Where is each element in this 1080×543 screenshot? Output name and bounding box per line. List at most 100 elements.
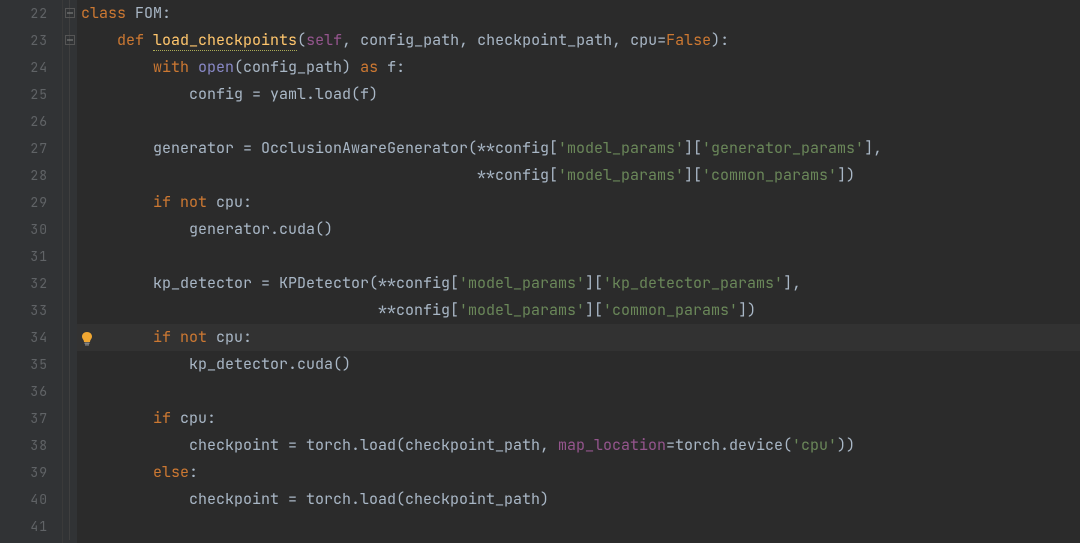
- code-line[interactable]: **config['model_params']['common_params'…: [77, 297, 1080, 324]
- code-token: if not: [153, 327, 216, 347]
- code-area[interactable]: class FOM: def load_checkpoints(self, co…: [77, 0, 1080, 543]
- code-line[interactable]: checkpoint = torch.load(checkpoint_path,…: [77, 432, 1080, 459]
- code-line[interactable]: if not cpu:: [77, 189, 1080, 216]
- code-token: if not: [153, 192, 216, 212]
- line-number[interactable]: 28: [0, 162, 62, 189]
- code-token: (: [297, 30, 306, 50]
- code-token: else: [153, 462, 189, 482]
- line-number[interactable]: 30: [0, 216, 62, 243]
- code-token: open: [198, 57, 234, 77]
- code-line[interactable]: generator = OcclusionAwareGenerator(**co…: [77, 135, 1080, 162]
- fold-toggle-icon[interactable]: [65, 0, 75, 27]
- code-token: ][: [585, 300, 603, 320]
- line-number[interactable]: 32: [0, 270, 62, 297]
- code-editor[interactable]: 2223242526272829303132333435363738394041…: [0, 0, 1080, 543]
- code-token: 'common_params': [702, 165, 837, 185]
- code-token: generator.cuda(): [81, 219, 333, 239]
- code-token: , config_path, checkpoint_path, cpu=: [342, 30, 666, 50]
- line-number[interactable]: 34: [0, 324, 62, 351]
- code-token: ],: [864, 138, 882, 158]
- intention-bulb-icon[interactable]: [80, 329, 94, 356]
- code-token: load_checkpoints: [153, 30, 297, 51]
- code-line[interactable]: [77, 513, 1080, 540]
- code-token: generator = OcclusionAwareGenerator(**co…: [81, 138, 558, 158]
- code-token: cpu:: [216, 327, 252, 347]
- code-token: self: [306, 30, 342, 50]
- line-number-gutter[interactable]: 2223242526272829303132333435363738394041: [0, 0, 63, 543]
- line-number[interactable]: 29: [0, 189, 62, 216]
- code-token: :: [189, 462, 198, 482]
- code-token: f:: [387, 57, 405, 77]
- code-line[interactable]: kp_detector.cuda(): [77, 351, 1080, 378]
- line-number[interactable]: 35: [0, 351, 62, 378]
- code-token: 'kp_detector_params': [603, 273, 783, 293]
- code-line[interactable]: else:: [77, 459, 1080, 486]
- line-number[interactable]: 31: [0, 243, 62, 270]
- code-line[interactable]: class FOM:: [77, 0, 1080, 27]
- code-line[interactable]: kp_detector = KPDetector(**config['model…: [77, 270, 1080, 297]
- code-line[interactable]: if cpu:: [77, 405, 1080, 432]
- code-token: [81, 408, 153, 428]
- code-token: 'common_params': [603, 300, 738, 320]
- code-line[interactable]: def load_checkpoints(self, config_path, …: [77, 27, 1080, 54]
- code-token: ]): [738, 300, 756, 320]
- fold-column[interactable]: [63, 0, 77, 543]
- code-line[interactable]: with open(config_path) as f:: [77, 54, 1080, 81]
- code-line[interactable]: **config['model_params']['common_params'…: [77, 162, 1080, 189]
- line-number[interactable]: 39: [0, 459, 62, 486]
- line-number[interactable]: 27: [0, 135, 62, 162]
- code-token: config = yaml.load(f): [81, 84, 378, 104]
- code-token: cpu:: [216, 192, 252, 212]
- code-token: kp_detector = KPDetector(**config[: [81, 273, 459, 293]
- line-number[interactable]: 36: [0, 378, 62, 405]
- code-line[interactable]: config = yaml.load(f): [77, 81, 1080, 108]
- code-line[interactable]: [77, 378, 1080, 405]
- code-token: checkpoint = torch.load(checkpoint_path): [81, 489, 549, 509]
- code-token: =torch.device(: [666, 435, 792, 455]
- line-number[interactable]: 24: [0, 54, 62, 81]
- code-token: ):: [711, 30, 729, 50]
- line-number[interactable]: 25: [0, 81, 62, 108]
- code-token: ][: [684, 165, 702, 185]
- code-token: kp_detector.cuda(): [81, 354, 351, 374]
- code-token: 'model_params': [558, 138, 684, 158]
- code-line[interactable]: [77, 108, 1080, 135]
- fold-toggle-icon[interactable]: [65, 27, 75, 54]
- code-token: if: [153, 408, 180, 428]
- code-token: **config[: [81, 165, 558, 185]
- line-number[interactable]: 40: [0, 486, 62, 513]
- code-token: **config[: [81, 300, 459, 320]
- code-token: (config_path): [234, 57, 360, 77]
- code-token: 'cpu': [792, 435, 837, 455]
- code-line[interactable]: if not cpu:: [77, 324, 1080, 351]
- code-token: with: [153, 57, 198, 77]
- code-token: )): [837, 435, 855, 455]
- line-number[interactable]: 37: [0, 405, 62, 432]
- code-token: ][: [585, 273, 603, 293]
- code-line[interactable]: checkpoint = torch.load(checkpoint_path): [77, 486, 1080, 513]
- code-token: ][: [684, 138, 702, 158]
- line-number[interactable]: 26: [0, 108, 62, 135]
- code-token: 'model_params': [459, 273, 585, 293]
- code-token: [81, 30, 117, 50]
- code-token: False: [666, 30, 711, 50]
- code-token: [81, 192, 153, 212]
- code-token: map_location: [558, 435, 666, 455]
- code-token: [81, 462, 153, 482]
- code-token: [81, 57, 153, 77]
- line-number[interactable]: 38: [0, 432, 62, 459]
- code-token: 'model_params': [558, 165, 684, 185]
- code-token: as: [360, 57, 387, 77]
- line-number[interactable]: 23: [0, 27, 62, 54]
- code-token: class: [81, 3, 135, 23]
- code-line[interactable]: generator.cuda(): [77, 216, 1080, 243]
- line-number[interactable]: 41: [0, 513, 62, 540]
- line-number[interactable]: 33: [0, 297, 62, 324]
- code-token: 'model_params': [459, 300, 585, 320]
- code-token: ]): [837, 165, 855, 185]
- code-token: ],: [783, 273, 801, 293]
- code-token: checkpoint = torch.load(checkpoint_path,: [81, 435, 558, 455]
- code-line[interactable]: [77, 243, 1080, 270]
- code-token: def: [117, 30, 153, 50]
- line-number[interactable]: 22: [0, 0, 62, 27]
